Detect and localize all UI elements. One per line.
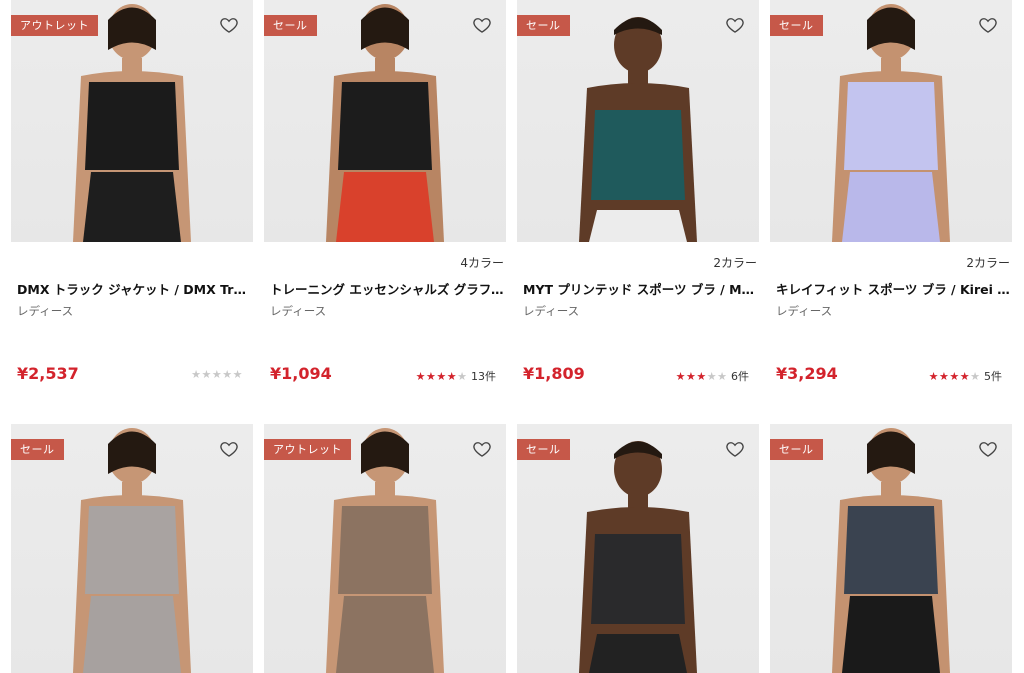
product-name[interactable]: キレイフィット スポーツ ブラ / Kirei Fit Sports Bra — [770, 282, 1012, 298]
product-price: ¥2,537 — [17, 364, 79, 383]
product-card[interactable]: セール — [770, 424, 1012, 673]
sale-badge: アウトレット — [11, 15, 98, 36]
sale-badge: セール — [770, 439, 823, 460]
star-filled-icon: ★ — [928, 370, 939, 383]
favorite-heart-icon[interactable] — [472, 439, 492, 459]
star-filled-icon: ★ — [686, 370, 697, 383]
product-gender: レディース — [523, 304, 580, 318]
product-name[interactable]: DMX トラック ジャケット / DMX Track Jacket — [11, 282, 253, 298]
product-image[interactable]: セール — [517, 424, 759, 673]
product-image[interactable]: セール — [770, 0, 1012, 242]
star-filled-icon: ★ — [446, 370, 458, 383]
product-name[interactable]: トレーニング エッセンシャルズ グラフィック タンク — [264, 282, 506, 298]
star-filled-icon: ★ — [939, 370, 950, 383]
review-count: 13件 — [471, 370, 496, 383]
product-price: ¥1,094 — [270, 364, 332, 383]
favorite-heart-icon[interactable] — [725, 15, 745, 35]
sale-badge: セール — [517, 15, 570, 36]
rating-stars: ★★★★★ — [416, 370, 468, 383]
product-gender: レディース — [17, 304, 74, 318]
rating-stars: ★★★★★ — [929, 370, 981, 383]
product-image[interactable]: セール — [11, 424, 253, 673]
product-price: ¥1,809 — [523, 364, 585, 383]
favorite-heart-icon[interactable] — [725, 439, 745, 459]
price-row: ¥3,294 ★★★★★ 5件 — [770, 364, 1012, 386]
star-empty-icon: ★ — [222, 368, 233, 381]
favorite-heart-icon[interactable] — [978, 15, 998, 35]
favorite-heart-icon[interactable] — [219, 15, 239, 35]
favorite-heart-icon[interactable] — [472, 15, 492, 35]
star-filled-icon: ★ — [415, 370, 426, 383]
star-empty-icon: ★ — [232, 368, 243, 381]
rating: ★★★★★ 5件 — [929, 368, 1002, 384]
color-count: 2カラー — [713, 256, 757, 270]
product-card[interactable]: セール — [517, 424, 759, 673]
rating-stars: ★★★★★ — [191, 368, 243, 381]
sale-badge: セール — [517, 439, 570, 460]
product-card[interactable]: セール 2カラー キレイフィット スポーツ ブラ / Kirei Fit Spo… — [770, 0, 1012, 383]
product-card[interactable]: アウトレット DMX トラック ジャケット / DMX Track Jacket… — [11, 0, 253, 383]
review-count: 6件 — [731, 370, 749, 383]
rating: ★★★★★ — [191, 368, 243, 381]
sale-badge: セール — [264, 15, 317, 36]
favorite-heart-icon[interactable] — [978, 439, 998, 459]
product-image[interactable]: アウトレット — [264, 424, 506, 673]
price-row: ¥1,094 ★★★★★ 13件 — [264, 364, 506, 386]
star-filled-icon: ★ — [426, 370, 437, 383]
product-card[interactable]: セール 2カラー MYT プリンテッド スポーツ ブラ / MYT Printe… — [517, 0, 759, 383]
favorite-heart-icon[interactable] — [219, 439, 239, 459]
star-empty-icon: ★ — [457, 370, 468, 383]
product-image[interactable]: アウトレット — [11, 0, 253, 242]
star-filled-icon: ★ — [675, 370, 686, 383]
star-filled-icon: ★ — [949, 370, 960, 383]
rating: ★★★★★ 6件 — [676, 368, 749, 384]
price-row: ¥2,537 ★★★★★ — [11, 364, 253, 386]
color-count: 2カラー — [966, 256, 1010, 270]
product-card[interactable]: アウトレット — [264, 424, 506, 673]
star-empty-icon: ★ — [191, 368, 202, 381]
rating-stars: ★★★★★ — [676, 370, 728, 383]
sale-badge: セール — [770, 15, 823, 36]
color-count — [11, 242, 253, 272]
product-gender: レディース — [776, 304, 833, 318]
product-image[interactable]: セール — [517, 0, 759, 242]
product-image[interactable]: セール — [264, 0, 506, 242]
product-card[interactable]: セール 4カラー トレーニング エッセンシャルズ グラフィック タンク レディー… — [264, 0, 506, 383]
star-empty-icon: ★ — [201, 368, 212, 381]
sale-badge: セール — [11, 439, 64, 460]
product-gender: レディース — [270, 304, 327, 318]
price-row: ¥1,809 ★★★★★ 6件 — [517, 364, 759, 386]
star-filled-icon: ★ — [436, 370, 447, 383]
sale-badge: アウトレット — [264, 439, 351, 460]
product-price: ¥3,294 — [776, 364, 838, 383]
product-image[interactable]: セール — [770, 424, 1012, 673]
star-empty-icon: ★ — [717, 370, 728, 383]
star-empty-icon: ★ — [970, 370, 981, 383]
review-count: 5件 — [984, 370, 1002, 383]
star-empty-icon: ★ — [211, 368, 223, 381]
color-count: 4カラー — [460, 256, 504, 270]
product-name[interactable]: MYT プリンテッド スポーツ ブラ / MYT Printed Sports … — [517, 282, 759, 298]
star-filled-icon: ★ — [959, 370, 971, 383]
rating: ★★★★★ 13件 — [416, 368, 496, 384]
product-card[interactable]: セール — [11, 424, 253, 673]
star-empty-icon: ★ — [706, 370, 718, 383]
star-filled-icon: ★ — [696, 370, 707, 383]
